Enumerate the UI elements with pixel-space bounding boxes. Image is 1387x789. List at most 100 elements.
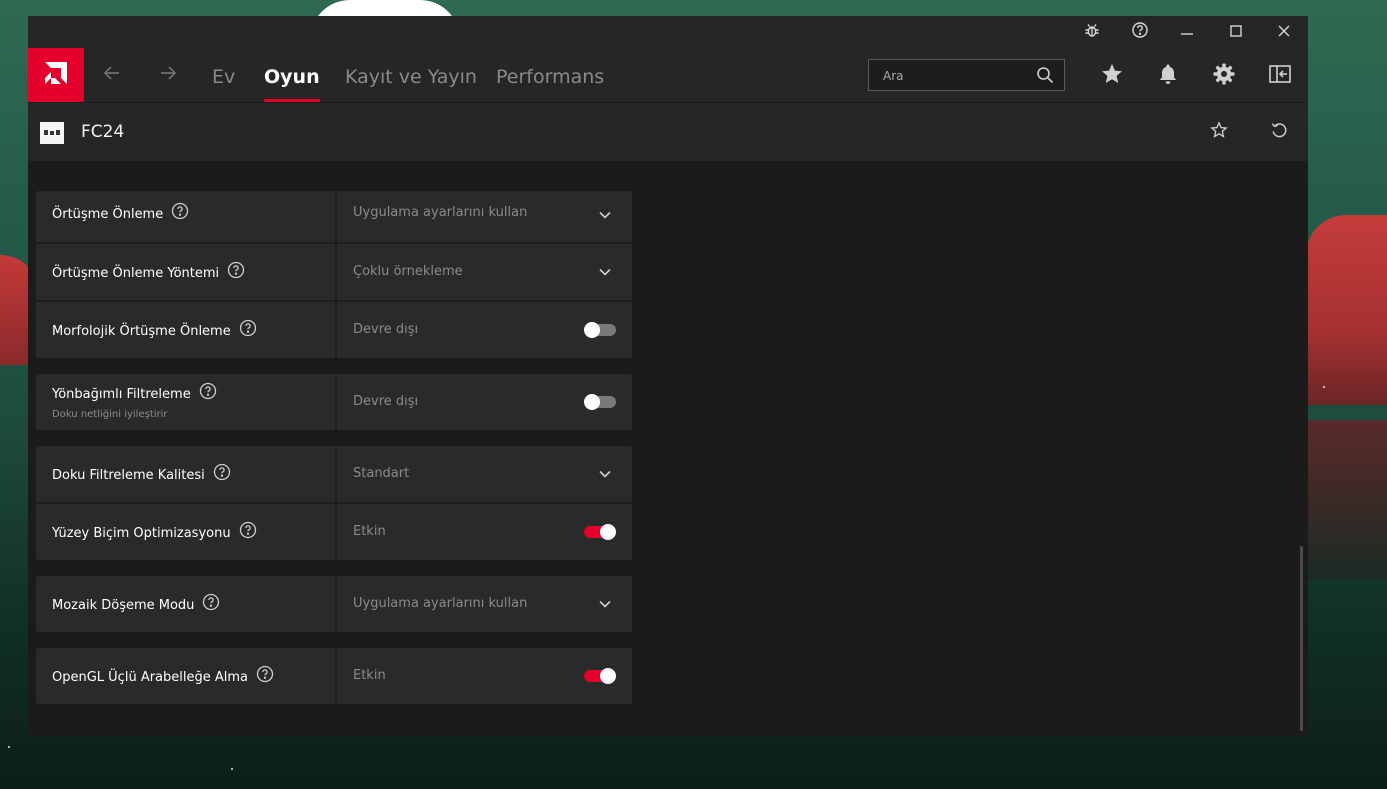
setting-label-text: OpenGL Üçlü Arabelleğe Alma [52,670,249,685]
notifications-button[interactable] [1153,61,1183,91]
setting-label-text: Yüzey Biçim Optimizasyonu [52,526,231,541]
surface-format-optimization-toggle[interactable] [584,524,616,540]
morphological-aa-toggle[interactable] [584,322,616,338]
bug-icon [1083,21,1101,43]
settings-card-antialiasing: Örtüşme Önleme Uygulama ayarlarını kulla… [36,191,632,358]
maximize-button[interactable] [1214,16,1258,48]
tessellation-mode-dropdown[interactable]: Uygulama ayarlarını kullan [335,576,632,632]
sidebar-toggle-button[interactable] [1265,61,1295,91]
setting-label: Morfolojik Örtüşme Önleme [52,319,257,341]
title-bar [28,16,1308,48]
help-circle-icon[interactable] [239,319,257,341]
search-icon[interactable] [1036,66,1054,88]
back-button[interactable] [98,61,126,89]
favorites-button[interactable] [1097,61,1127,91]
setting-row: Morfolojik Örtüşme Önleme Devre dışı [36,302,632,358]
tab-home[interactable]: Ev [212,48,235,102]
sidebar-toggle-icon [1268,62,1292,90]
setting-label: Örtüşme Önleme [52,202,189,224]
help-circle-icon[interactable] [199,382,217,404]
help-circle-icon[interactable] [202,593,220,615]
desktop-star [231,768,233,770]
bug-report-button[interactable] [1070,16,1114,48]
dropdown-value: Çoklu örnekleme [353,264,463,279]
toggle-knob [600,524,616,540]
star-icon [1100,62,1124,90]
settings-card-anisotropic: Yönbağımlı Filtreleme Doku netliğini iyi… [36,374,632,430]
help-icon [1131,21,1149,43]
dropdown-value: Uygulama ayarlarını kullan [353,596,528,611]
help-circle-icon[interactable] [213,463,231,485]
main-navigation: Ev Oyun Kayıt ve Yayın Performans [28,48,1308,102]
game-thumbnail [40,122,64,144]
antialiasing-method-dropdown[interactable]: Çoklu örnekleme [335,244,632,300]
search-input[interactable] [869,60,1045,92]
tab-performance[interactable]: Performans [496,48,604,102]
toggle-knob [584,394,600,410]
setting-label: Yönbağımlı Filtreleme [52,382,217,404]
star-outline-icon [1210,121,1228,143]
surface-format-optimization-toggle-cell[interactable]: Etkin [335,504,632,560]
setting-label-text: Morfolojik Örtüşme Önleme [52,324,231,339]
setting-label-cell: Örtüşme Önleme [36,191,334,242]
setting-row: Mozaik Döşeme Modu Uygulama ayarlarını k… [36,576,632,632]
tab-label: Ev [212,66,236,88]
settings-panel: Örtüşme Önleme Uygulama ayarlarını kulla… [28,161,1308,736]
dropdown-value: Uygulama ayarlarını kullan [353,205,528,220]
search-box [868,59,1065,92]
tab-label: Oyun [264,66,320,88]
toggle-state-text: Etkin [353,668,386,683]
settings-button[interactable] [1209,61,1239,91]
favorite-game-button[interactable] [1205,118,1233,146]
amd-logo[interactable] [28,48,84,102]
tab-gaming[interactable]: Oyun [264,48,320,102]
desktop-wallpaper-shape [1306,420,1387,580]
tab-label: Performans [496,66,605,88]
settings-card-opengl: OpenGL Üçlü Arabelleğe Alma Etkin [36,648,632,704]
game-logo-icon [44,130,60,135]
chevron-down-icon [598,596,612,615]
forward-button[interactable] [154,61,182,89]
setting-label-cell: Örtüşme Önleme Yöntemi [36,244,334,300]
minimize-icon [1180,23,1194,42]
close-button[interactable] [1262,16,1306,48]
help-circle-icon[interactable] [227,261,245,283]
anisotropic-filtering-toggle[interactable] [584,394,616,410]
vertical-scrollbar[interactable] [1300,546,1303,731]
texture-filtering-quality-dropdown[interactable]: Standart [335,446,632,502]
chevron-down-icon [598,207,612,226]
settings-card-texture: Doku Filtreleme Kalitesi Standart Yüzey … [36,446,632,560]
desktop-star [1323,386,1325,388]
close-icon [1277,23,1291,42]
app-window: Ev Oyun Kayıt ve Yayın Performans Ara FC… [28,16,1308,736]
toggle-knob [584,322,600,338]
minimize-button[interactable] [1165,16,1209,48]
setting-label-text: Örtüşme Önleme Yöntemi [52,266,220,281]
desktop-wallpaper-shape [1306,215,1387,405]
setting-label: OpenGL Üçlü Arabelleğe Alma [52,665,274,687]
morphological-aa-toggle-cell[interactable]: Devre dışı [335,302,632,358]
help-button[interactable] [1118,16,1162,48]
tab-record-stream[interactable]: Kayıt ve Yayın [345,48,477,102]
game-title: FC24 [81,122,125,142]
setting-label-cell: Doku Filtreleme Kalitesi [36,446,334,502]
opengl-triple-buffering-toggle-cell[interactable]: Etkin [335,648,632,704]
settings-card-tessellation: Mozaik Döşeme Modu Uygulama ayarlarını k… [36,576,632,632]
arrow-left-icon [102,63,122,87]
tab-label: Kayıt ve Yayın [345,66,477,88]
help-circle-icon[interactable] [239,521,257,543]
antialiasing-dropdown[interactable]: Uygulama ayarlarını kullan [335,191,632,242]
setting-label-text: Yönbağımlı Filtreleme [52,387,191,402]
game-header: FC24 [28,102,1308,161]
opengl-triple-buffering-toggle[interactable] [584,668,616,684]
help-circle-icon[interactable] [256,665,274,687]
arrow-right-icon [158,63,178,87]
reset-settings-button[interactable] [1265,118,1293,146]
setting-row: Yönbağımlı Filtreleme Doku netliğini iyi… [36,374,632,430]
help-circle-icon[interactable] [171,202,189,224]
toggle-state-text: Devre dışı [353,322,419,337]
reset-icon [1270,121,1288,143]
anisotropic-filtering-toggle-cell[interactable]: Devre dışı [335,374,632,430]
setting-label-cell: Mozaik Döşeme Modu [36,576,334,632]
dropdown-value: Standart [353,466,410,481]
